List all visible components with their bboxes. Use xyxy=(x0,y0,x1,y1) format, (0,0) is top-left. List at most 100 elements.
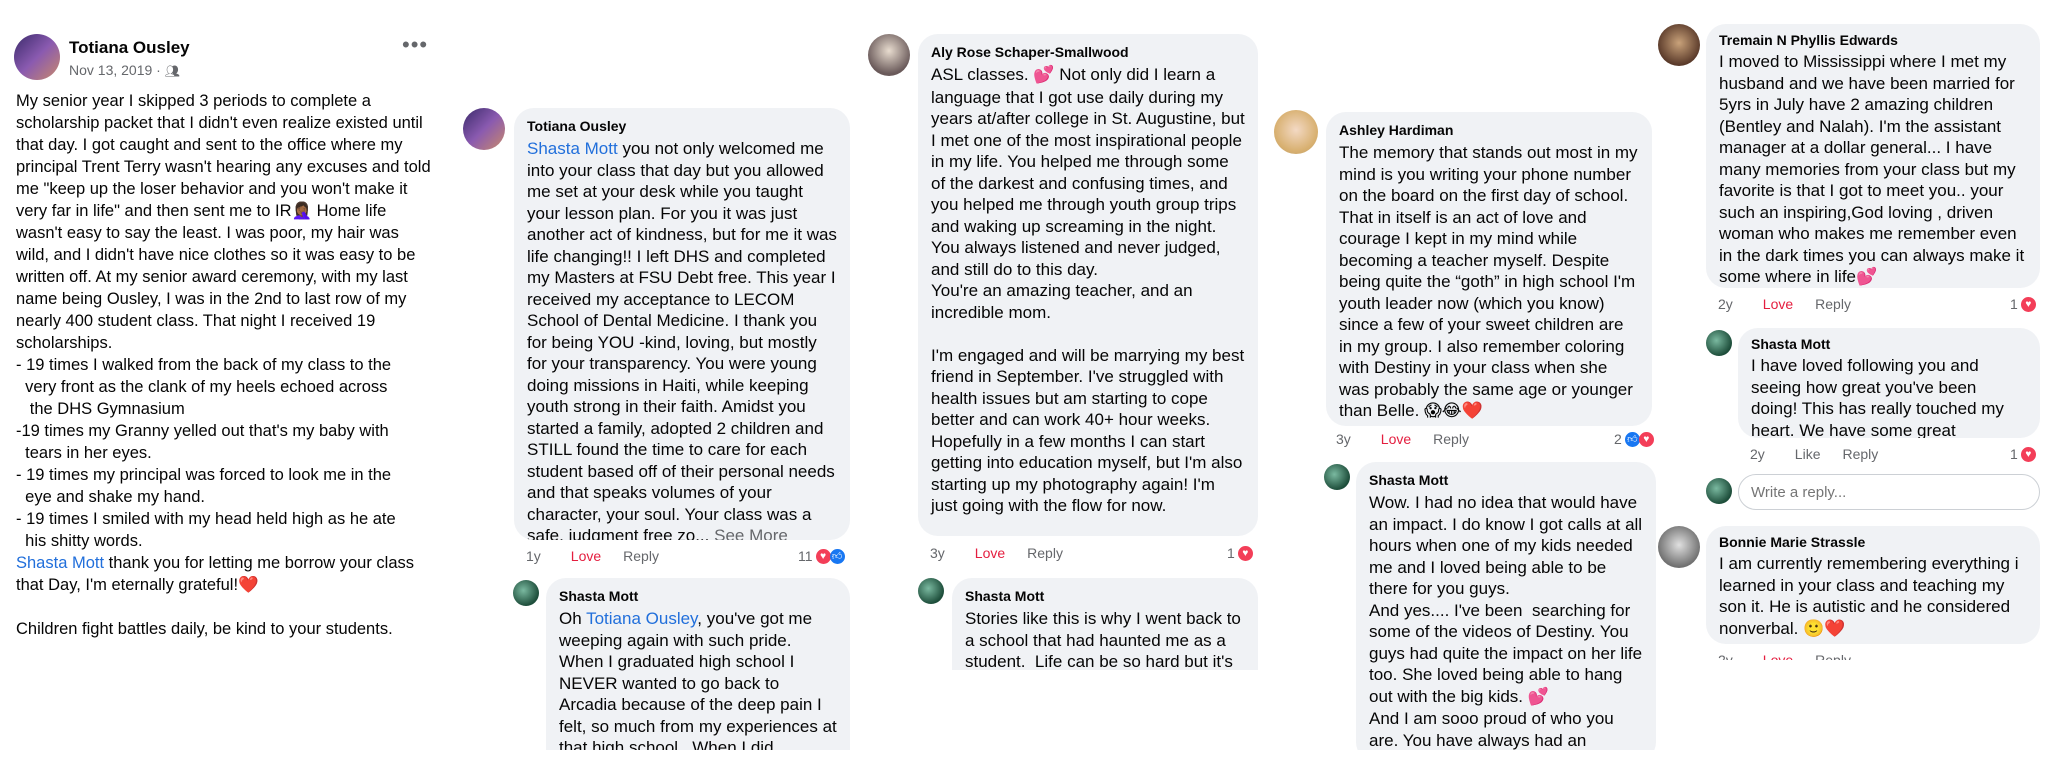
commenter-avatar[interactable] xyxy=(868,34,910,76)
reply-body: Wow. I had no idea that would have an im… xyxy=(1369,493,1643,706)
comment-age[interactable]: 1y xyxy=(526,548,541,564)
reaction-count[interactable]: 1 ♥ xyxy=(2010,446,2036,462)
comment-actions: 3y Love Reply xyxy=(930,545,1085,561)
heart-reaction-icon: ♥ xyxy=(2020,446,2036,462)
post-date[interactable]: Nov 13, 2019 · 👥︎ xyxy=(69,62,180,78)
like-button[interactable]: Like xyxy=(1795,446,1821,462)
hearts-emoji: 💕 xyxy=(1033,65,1055,85)
comment-author[interactable]: Tremain N Phyllis Edwards xyxy=(1719,32,2027,48)
comment-bubble: Totiana Ousley Shasta Mott you not only … xyxy=(514,108,850,540)
comment-age[interactable]: 3y xyxy=(1336,431,1351,447)
replier-avatar[interactable] xyxy=(1324,464,1350,490)
comment-age[interactable]: 3y xyxy=(930,545,945,561)
comment-age[interactable]: 2y xyxy=(1718,652,1733,660)
reaction-count-value: 1 xyxy=(2010,296,2018,312)
reaction-count-value: 11 xyxy=(798,548,813,564)
reply-age[interactable]: 2y xyxy=(1750,446,1765,462)
comment-actions: 2y Love Reply xyxy=(1718,296,1873,312)
more-dots-icon[interactable]: ••• xyxy=(402,32,428,58)
reply-bubble: Shasta Mott Wow. I had no idea that woul… xyxy=(1356,462,1656,750)
post-list-item: - 19 times I smiled with my head held hi… xyxy=(16,510,396,550)
love-reaction-button[interactable]: Love xyxy=(1763,296,1793,312)
reply-author[interactable]: Shasta Mott xyxy=(965,588,1245,604)
comment-text: The memory that stands out most in my mi… xyxy=(1339,142,1639,423)
post-list-item: - 19 times I walked from the back of my … xyxy=(16,356,392,418)
love-reaction-button[interactable]: Love xyxy=(571,548,601,564)
heart-reaction-icon: ♥ xyxy=(1237,545,1253,561)
comment-actions: 3y Love Reply xyxy=(1336,431,1491,447)
reaction-count-value: 1 xyxy=(2010,446,2018,462)
comment-author[interactable]: Aly Rose Schaper-Smallwood xyxy=(931,44,1245,60)
reply-input[interactable] xyxy=(1738,474,2040,510)
reply-button[interactable]: Reply xyxy=(1815,296,1851,312)
comment-author[interactable]: Totiana Ousley xyxy=(527,118,837,134)
reply-button[interactable]: Reply xyxy=(1433,431,1469,447)
comment-body: Not only did I learn a language that I g… xyxy=(931,65,1245,515)
love-reaction-button[interactable]: Love xyxy=(975,545,1005,561)
comment-body: ASL classes. xyxy=(931,65,1034,84)
like-reaction-icon: 👍︎ xyxy=(829,548,845,564)
reply-body: And I am sooo proud of who you are. You … xyxy=(1369,709,1614,750)
comment-author[interactable]: Bonnie Marie Strassle xyxy=(1719,534,2027,550)
heart-reaction-icon: ♥ xyxy=(815,548,831,564)
reply-author[interactable]: Shasta Mott xyxy=(1369,472,1643,488)
reaction-count[interactable]: 1 ♥ xyxy=(1227,545,1253,561)
comment-text: I am currently remembering everything i … xyxy=(1719,553,2027,640)
see-more-link[interactable]: See More xyxy=(709,526,788,540)
comment-body: The memory that stands out most in my mi… xyxy=(1339,143,1643,420)
current-user-avatar xyxy=(1706,478,1732,504)
commenter-avatar[interactable] xyxy=(1658,24,1700,66)
commenter-avatar[interactable] xyxy=(1274,110,1318,154)
reaction-count[interactable]: 1 ♥ xyxy=(2010,296,2036,312)
commenter-avatar[interactable] xyxy=(463,108,505,150)
reply-button[interactable]: Reply xyxy=(1842,446,1878,462)
comment-text: I moved to Mississippi where I met my hu… xyxy=(1719,51,2027,288)
comment-author[interactable]: Ashley Hardiman xyxy=(1339,122,1639,138)
comment-text: ASL classes. 💕 Not only did I learn a la… xyxy=(931,64,1245,517)
post-author-name[interactable]: Totiana Ousley xyxy=(69,38,190,58)
reaction-count[interactable]: 11 ♥ 👍︎ xyxy=(798,548,845,564)
replier-avatar[interactable] xyxy=(1706,330,1732,356)
reply-mention-link[interactable]: Totiana Ousley xyxy=(586,609,697,628)
facepalm-emoji: 🤦🏾‍♀️ xyxy=(291,201,313,220)
comment-bubble: Ashley Hardiman The memory that stands o… xyxy=(1326,112,1652,426)
comment-mention-link[interactable]: Shasta Mott xyxy=(527,139,618,158)
comment-bubble: Bonnie Marie Strassle I am currently rem… xyxy=(1706,526,2040,644)
post-mention-link[interactable]: Shasta Mott xyxy=(16,554,104,572)
comment-age[interactable]: 2y xyxy=(1718,296,1733,312)
reply-author[interactable]: Shasta Mott xyxy=(1751,336,2027,352)
reply-author[interactable]: Shasta Mott xyxy=(559,588,837,604)
replier-avatar[interactable] xyxy=(918,578,944,604)
comment-actions: 1y Love Reply xyxy=(526,548,681,564)
love-reaction-button[interactable]: Love xyxy=(1763,652,1793,660)
post-list-item: -19 times my Granny yelled out that's my… xyxy=(16,422,389,462)
reply-text: Stories like this is why I went back to … xyxy=(965,609,1246,670)
post-author-avatar[interactable] xyxy=(14,34,60,80)
heart-emoji: ❤️ xyxy=(238,575,259,594)
comment-actions: 2y Love Reply xyxy=(1718,652,1873,660)
post-body: My senior year I skipped 3 periods to co… xyxy=(16,90,436,640)
reaction-emojis: 🙂❤️ xyxy=(1803,618,1846,639)
reply-button[interactable]: Reply xyxy=(623,548,659,564)
reply-body: , you've got me weeping again with such … xyxy=(559,609,842,750)
reply-actions: 2y Like Reply xyxy=(1750,446,1900,462)
reply-button[interactable]: Reply xyxy=(1027,545,1063,561)
reaction-count-value: 2 xyxy=(1614,431,1622,447)
post-text-2: Home life wasn't easy to say the least. … xyxy=(16,202,420,352)
replier-avatar[interactable] xyxy=(513,580,539,606)
comment-body: I am currently remembering everything i … xyxy=(1719,554,2024,638)
reaction-count-value: 1 xyxy=(1227,545,1235,561)
post-panel: Totiana Ousley Nov 13, 2019 · 👥︎ ••• My … xyxy=(0,0,440,700)
reply-button[interactable]: Reply xyxy=(1815,652,1851,660)
commenter-avatar[interactable] xyxy=(1658,526,1700,568)
comment-bubble: Aly Rose Schaper-Smallwood ASL classes. … xyxy=(918,34,1258,536)
comment-text: Shasta Mott you not only welcomed me int… xyxy=(527,138,837,540)
reaction-count[interactable]: 2 👍︎ ♥ xyxy=(1614,431,1654,447)
reply-bubble: Shasta Mott Stories like this is why I w… xyxy=(952,578,1258,670)
reply-prefix: Oh xyxy=(559,609,587,628)
comment-panel-5: Tremain N Phyllis Edwards I moved to Mis… xyxy=(1652,0,2050,660)
reply-bubble: Shasta Mott I have loved following you a… xyxy=(1738,328,2040,438)
comment-panel-4: Ashley Hardiman The memory that stands o… xyxy=(1270,0,1662,750)
love-reaction-button[interactable]: Love xyxy=(1381,431,1411,447)
like-reaction-icon: 👍︎ xyxy=(1624,431,1640,447)
